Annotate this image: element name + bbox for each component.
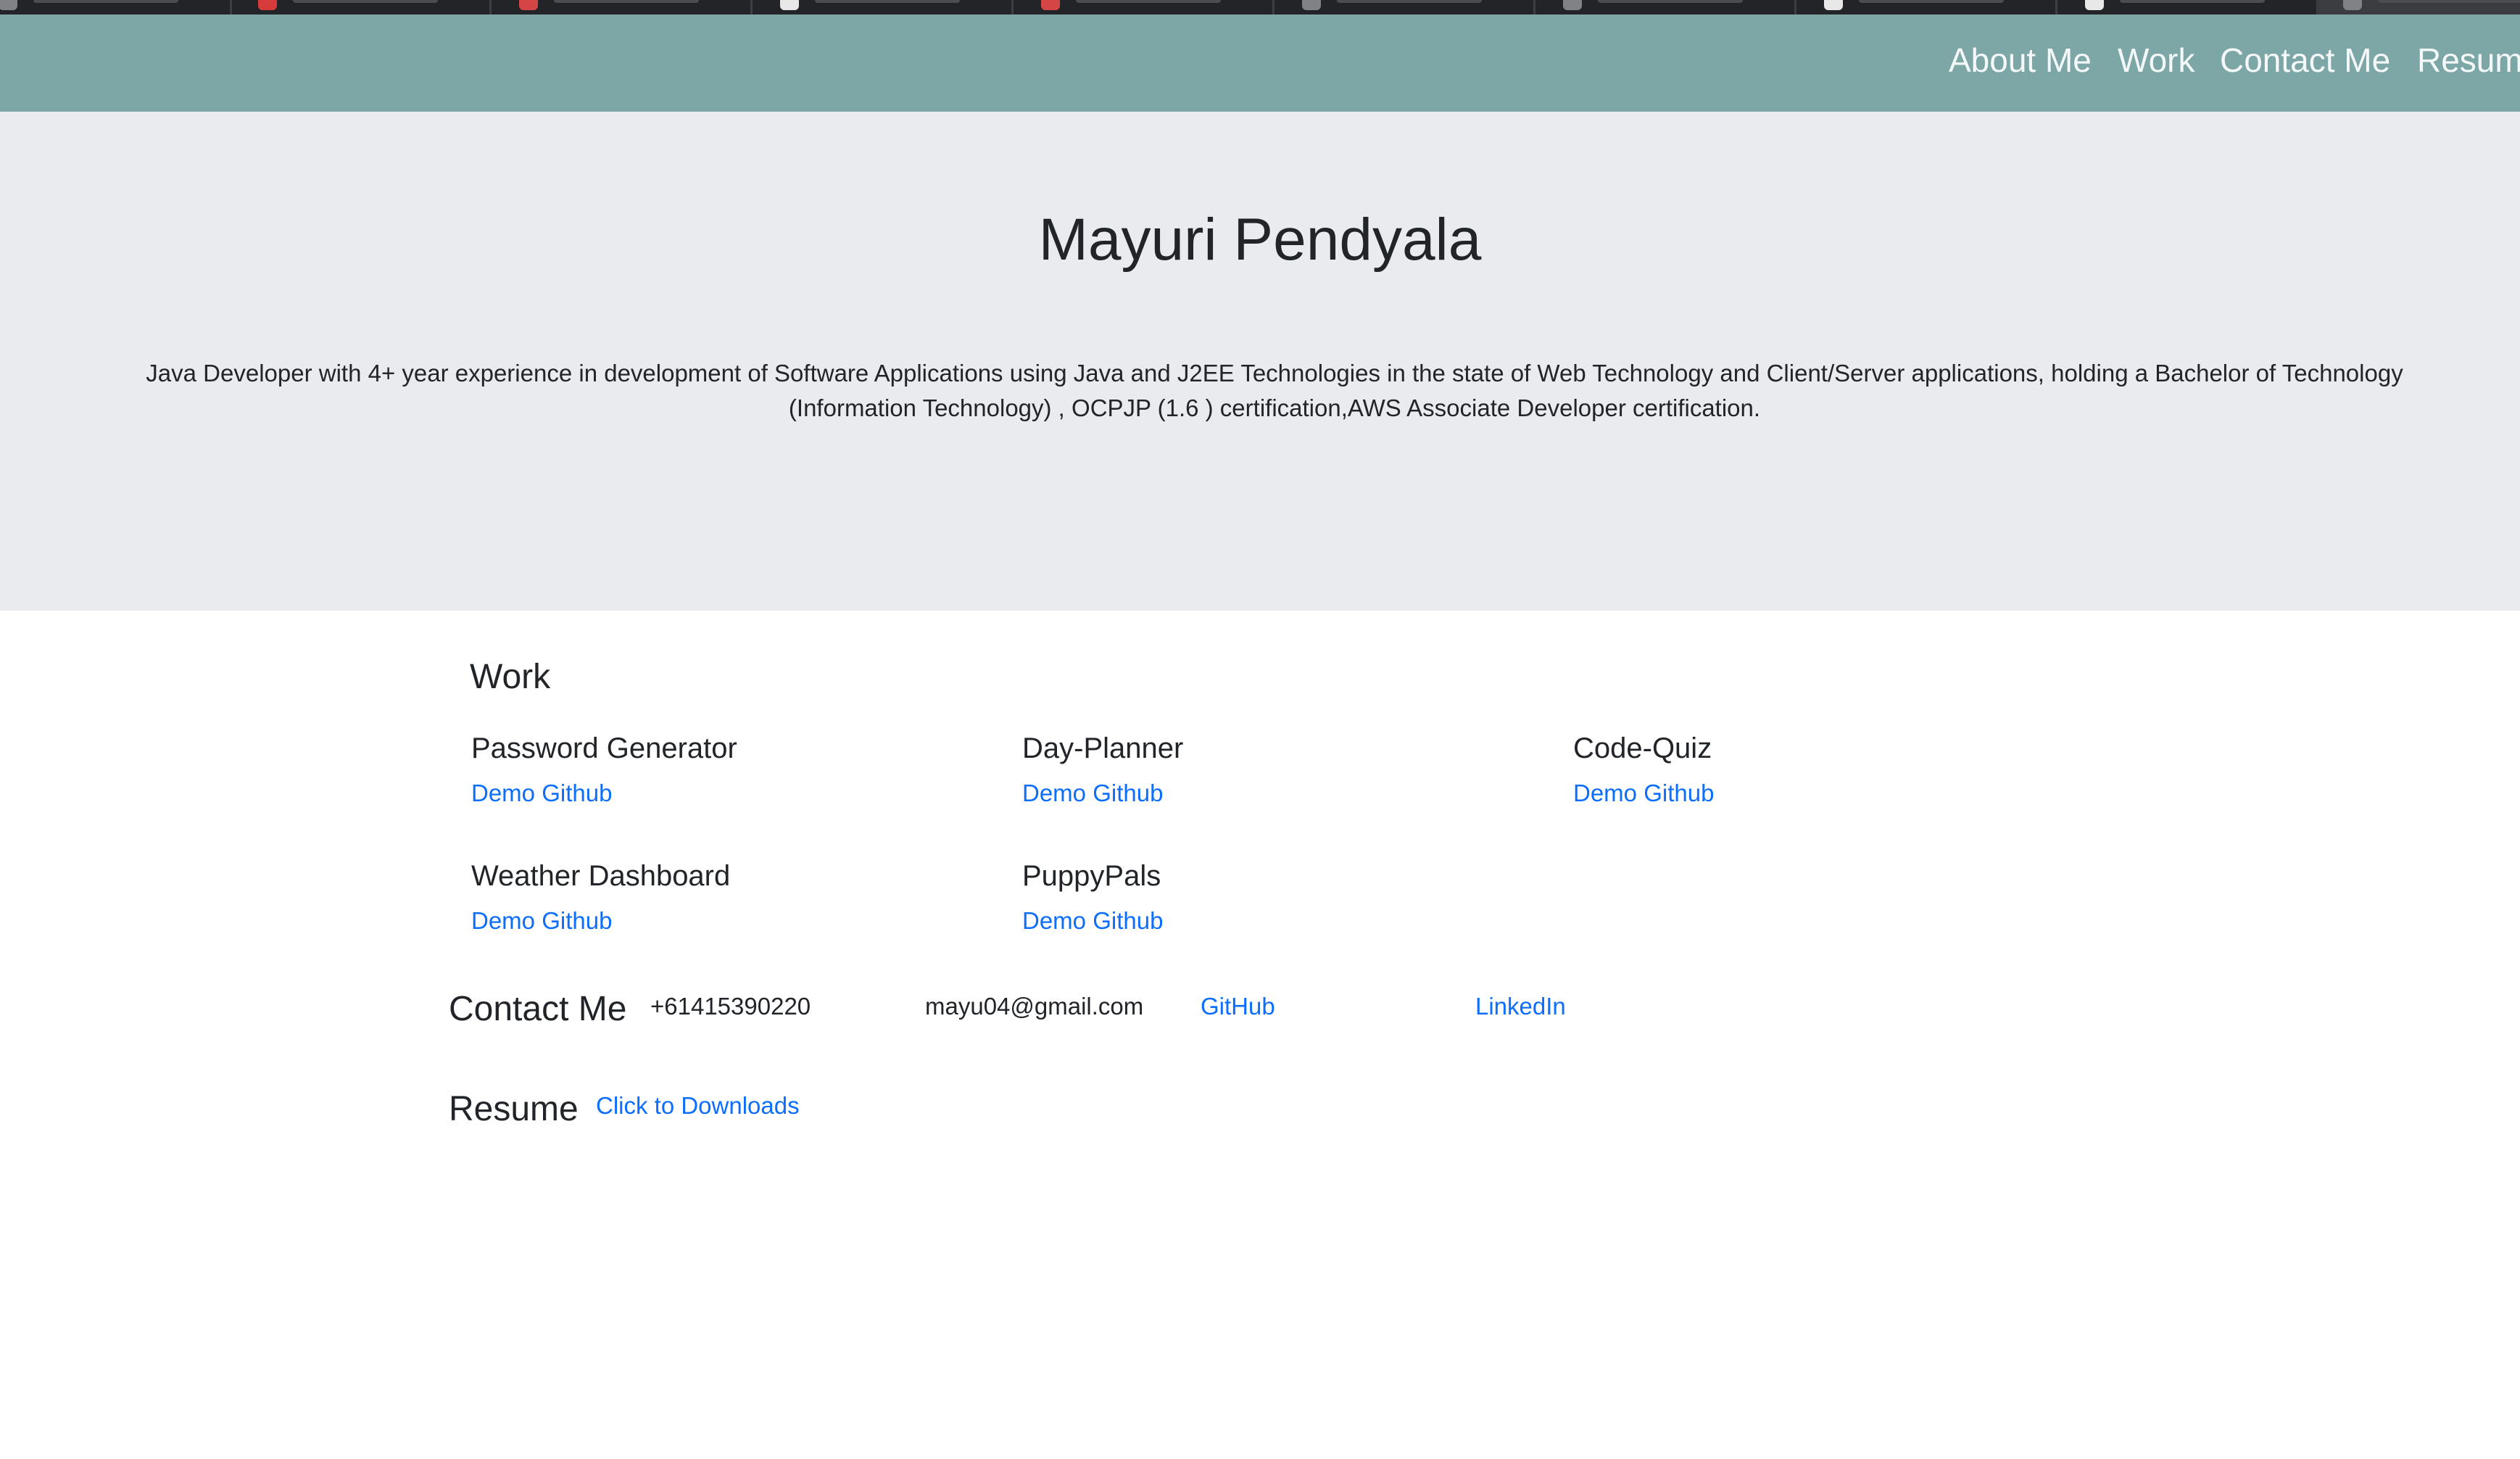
project-card: Weather Dashboard Demo Github	[471, 860, 979, 935]
github-link[interactable]: Github	[1093, 780, 1163, 806]
tab-title	[1859, 0, 2004, 3]
tab-favicon-icon	[1302, 0, 1321, 10]
browser-tab[interactable]	[493, 0, 753, 15]
tab-favicon-icon	[2085, 0, 2104, 10]
demo-link[interactable]: Demo	[471, 780, 535, 806]
demo-link[interactable]: Demo	[1573, 780, 1637, 806]
project-links: Demo Github	[471, 780, 979, 807]
nav-contact-me[interactable]: Contact Me	[2220, 44, 2390, 77]
browser-tab[interactable]	[232, 0, 492, 15]
browser-tab[interactable]	[1798, 0, 2057, 15]
github-link[interactable]: Github	[542, 780, 612, 806]
tab-title	[1337, 0, 1482, 3]
project-title: Weather Dashboard	[471, 860, 731, 892]
tab-title	[554, 0, 699, 3]
demo-link[interactable]: Demo	[1022, 907, 1086, 934]
project-title: PuppyPals	[1022, 860, 1161, 892]
demo-link[interactable]: Demo	[1022, 780, 1086, 806]
contact-phone: +61415390220	[650, 993, 811, 1020]
tab-favicon-icon	[1824, 0, 1843, 10]
project-title: Day-Planner	[1022, 732, 1184, 764]
work-heading: Work	[470, 658, 551, 696]
tab-title	[33, 0, 178, 3]
browser-tab-active[interactable]	[2317, 0, 2520, 15]
browser-tab[interactable]	[1015, 0, 1274, 15]
tab-title	[293, 0, 438, 3]
tab-title	[2120, 0, 2265, 3]
browser-tab[interactable]	[754, 0, 1014, 15]
project-card: Code-Quiz Demo Github	[1573, 732, 2081, 807]
resume-download-link[interactable]: Click to Downloads	[596, 1092, 800, 1120]
contact-heading: Contact Me	[449, 990, 627, 1028]
github-profile-link[interactable]: GitHub	[1201, 993, 1275, 1020]
tab-favicon-icon	[1563, 0, 1582, 10]
tab-title	[1076, 0, 1221, 3]
browser-tab-strip	[0, 0, 2520, 15]
hero-section: Mayuri Pendyala Java Developer with 4+ y…	[0, 112, 2520, 611]
tab-favicon-icon	[519, 0, 538, 10]
project-links: Demo Github	[1022, 780, 1530, 807]
project-card: PuppyPals Demo Github	[1022, 860, 1530, 935]
demo-link[interactable]: Demo	[471, 907, 535, 934]
resume-heading: Resume	[449, 1090, 579, 1128]
github-link[interactable]: Github	[1093, 907, 1163, 934]
nav-about-me[interactable]: About Me	[1949, 44, 2092, 77]
project-card: Day-Planner Demo Github	[1022, 732, 1530, 807]
browser-tab[interactable]	[1276, 0, 1535, 15]
nav-work[interactable]: Work	[2118, 44, 2195, 77]
tab-title	[1598, 0, 1743, 3]
browser-tab[interactable]	[2059, 0, 2318, 15]
project-title: Password Generator	[471, 732, 737, 764]
nav-resume[interactable]: Resum	[2417, 44, 2520, 77]
tab-title	[815, 0, 960, 3]
project-card: Password Generator Demo Github	[471, 732, 979, 807]
tab-favicon-icon	[258, 0, 277, 10]
bio-text: Java Developer with 4+ year experience i…	[87, 356, 2462, 426]
contact-email: mayu04@gmail.com	[925, 993, 1144, 1020]
browser-tab[interactable]	[0, 0, 232, 15]
tab-favicon-icon	[780, 0, 799, 10]
linkedin-profile-link[interactable]: LinkedIn	[1475, 993, 1566, 1020]
tab-favicon-icon	[1041, 0, 1060, 10]
browser-tab[interactable]	[1537, 0, 1796, 15]
bio-line-2: Technology) , OCPJP (1.6 ) certification…	[922, 394, 1761, 421]
tab-title	[2378, 0, 2520, 3]
navbar: About Me Work Contact Me Resum	[0, 15, 2520, 112]
project-title: Code-Quiz	[1573, 732, 1712, 764]
github-link[interactable]: Github	[542, 907, 612, 934]
github-link[interactable]: Github	[1644, 780, 1714, 806]
project-links: Demo Github	[471, 907, 979, 935]
tab-favicon-icon	[2343, 0, 2362, 10]
tab-favicon-icon	[0, 0, 17, 10]
project-links: Demo Github	[1022, 907, 1530, 935]
page-title: Mayuri Pendyala	[1038, 207, 1482, 273]
project-links: Demo Github	[1573, 780, 2081, 807]
